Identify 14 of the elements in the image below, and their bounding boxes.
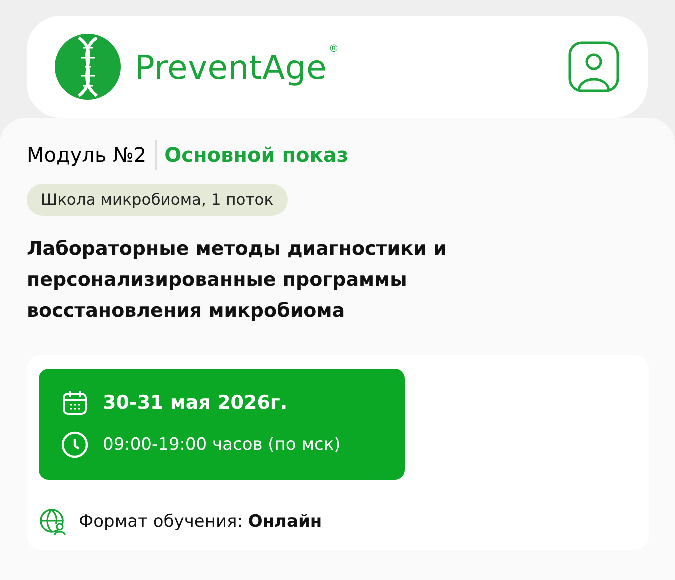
course-title: Лабораторные методы диагностики и персонализированные программы восстановления микробиома <box>27 237 448 324</box>
course-tag: Школа микробиома, 1 поток <box>27 184 288 216</box>
globe-user-icon <box>39 508 67 536</box>
calendar-icon <box>61 389 89 417</box>
event-date: 30-31 мая 2026г. <box>103 392 288 414</box>
brand-name: PreventAge <box>135 48 327 86</box>
user-profile-icon[interactable] <box>568 41 620 93</box>
event-time: 09:00-19:00 часов (по мск) <box>103 435 341 455</box>
dna-logo-icon <box>55 34 121 100</box>
module-number: Модуль №2 <box>27 143 147 167</box>
show-type: Основной показ <box>164 143 348 167</box>
clock-icon <box>61 431 89 459</box>
registered-mark: ® <box>328 44 340 54</box>
learning-format: Формат обучения: Онлайн <box>79 512 322 532</box>
